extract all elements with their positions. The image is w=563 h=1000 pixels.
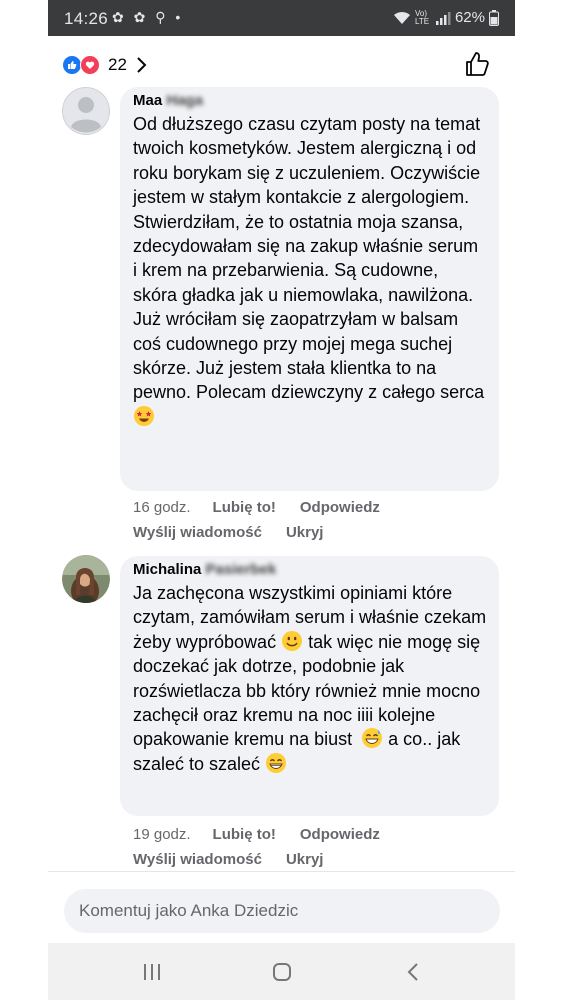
star-struck-emoji-icon (134, 405, 154, 426)
like-post-button-icon[interactable] (463, 50, 491, 78)
reply-button[interactable]: Odpowiedz (300, 826, 380, 843)
chevron-right-icon (137, 57, 147, 73)
phone-screen: 14:26 ✿ ✿ ⚲ • Vo) LTE 62% 22 Maa Haga Od… (48, 0, 515, 1000)
left-margin (0, 0, 48, 1000)
status-time: 14:26 (64, 9, 109, 28)
love-reaction-icon (80, 55, 100, 75)
right-margin (515, 0, 563, 1000)
comment-bubble[interactable]: Maa Haga Od dłuższego czasu czytam posty… (120, 87, 499, 491)
comment-text: Ja zachęcona wszystkimi opiniami które c… (133, 581, 487, 776)
home-icon[interactable] (272, 962, 292, 982)
comment-text-body: Od dłuższego czasu czytam posty na temat… (133, 114, 485, 403)
status-right: Vo) LTE 62% (393, 9, 499, 26)
comment-bubble[interactable]: Michalina Pasierbek Ja zachęcona wszystk… (120, 556, 499, 816)
comment-time: 16 godz. (133, 499, 191, 516)
reaction-count: 22 (108, 55, 127, 74)
author-name: Maa (133, 92, 163, 109)
like-comment-button[interactable]: Lubię to! (213, 826, 276, 843)
reactions-summary[interactable]: 22 (62, 52, 147, 78)
hide-button[interactable]: Ukryj (286, 851, 324, 868)
author-surname-blurred: Pasierbek (205, 561, 277, 578)
back-icon[interactable] (406, 962, 420, 982)
send-message-button[interactable]: Wyślij wiadomość (133, 851, 262, 868)
comment-author[interactable]: Michalina Pasierbek (133, 560, 487, 580)
author-name: Michalina (133, 561, 202, 578)
beaming-face-emoji-icon (266, 752, 287, 773)
status-bar: 14:26 ✿ ✿ ⚲ • Vo) LTE 62% (48, 0, 515, 36)
like-comment-button[interactable]: Lubię to! (213, 499, 276, 516)
comment-text: Od dłuższego czasu czytam posty na temat… (133, 112, 487, 429)
comment-author[interactable]: Maa Haga (133, 91, 487, 111)
comment-time: 19 godz. (133, 826, 191, 843)
network-label: Vo) LTE (414, 8, 430, 26)
grinning-sweat-emoji-icon (362, 728, 383, 749)
author-surname-blurred: Haga (166, 92, 204, 109)
comment-composer-input[interactable]: Komentuj jako Anka Dziedzic (64, 889, 500, 933)
avatar-photo[interactable] (62, 555, 110, 603)
comment-actions: 16 godz. Lubię to! Odpowiedz Wyślij wiadom… (133, 499, 404, 541)
avatar-default[interactable] (62, 87, 110, 135)
wifi-icon (393, 11, 410, 24)
smiling-face-emoji-icon (282, 630, 303, 651)
hide-button[interactable]: Ukryj (286, 524, 324, 541)
comment-actions: 19 godz. Lubię to! Odpowiedz Wyślij wiadom… (133, 826, 404, 868)
send-message-button[interactable]: Wyślij wiadomość (133, 524, 262, 541)
reply-button[interactable]: Odpowiedz (300, 499, 380, 516)
notification-icons: ✿ ✿ ⚲ • (112, 9, 184, 25)
composer-divider (48, 871, 515, 872)
recent-apps-icon[interactable] (142, 963, 162, 981)
battery-icon (489, 9, 499, 26)
android-nav-bar (48, 943, 515, 1000)
like-reaction-icon (62, 55, 82, 75)
battery-percent: 62% (454, 9, 485, 26)
signal-icon (435, 11, 451, 25)
comments-sheet: 22 Maa Haga Od dłuższego czasu czytam po… (48, 36, 515, 943)
